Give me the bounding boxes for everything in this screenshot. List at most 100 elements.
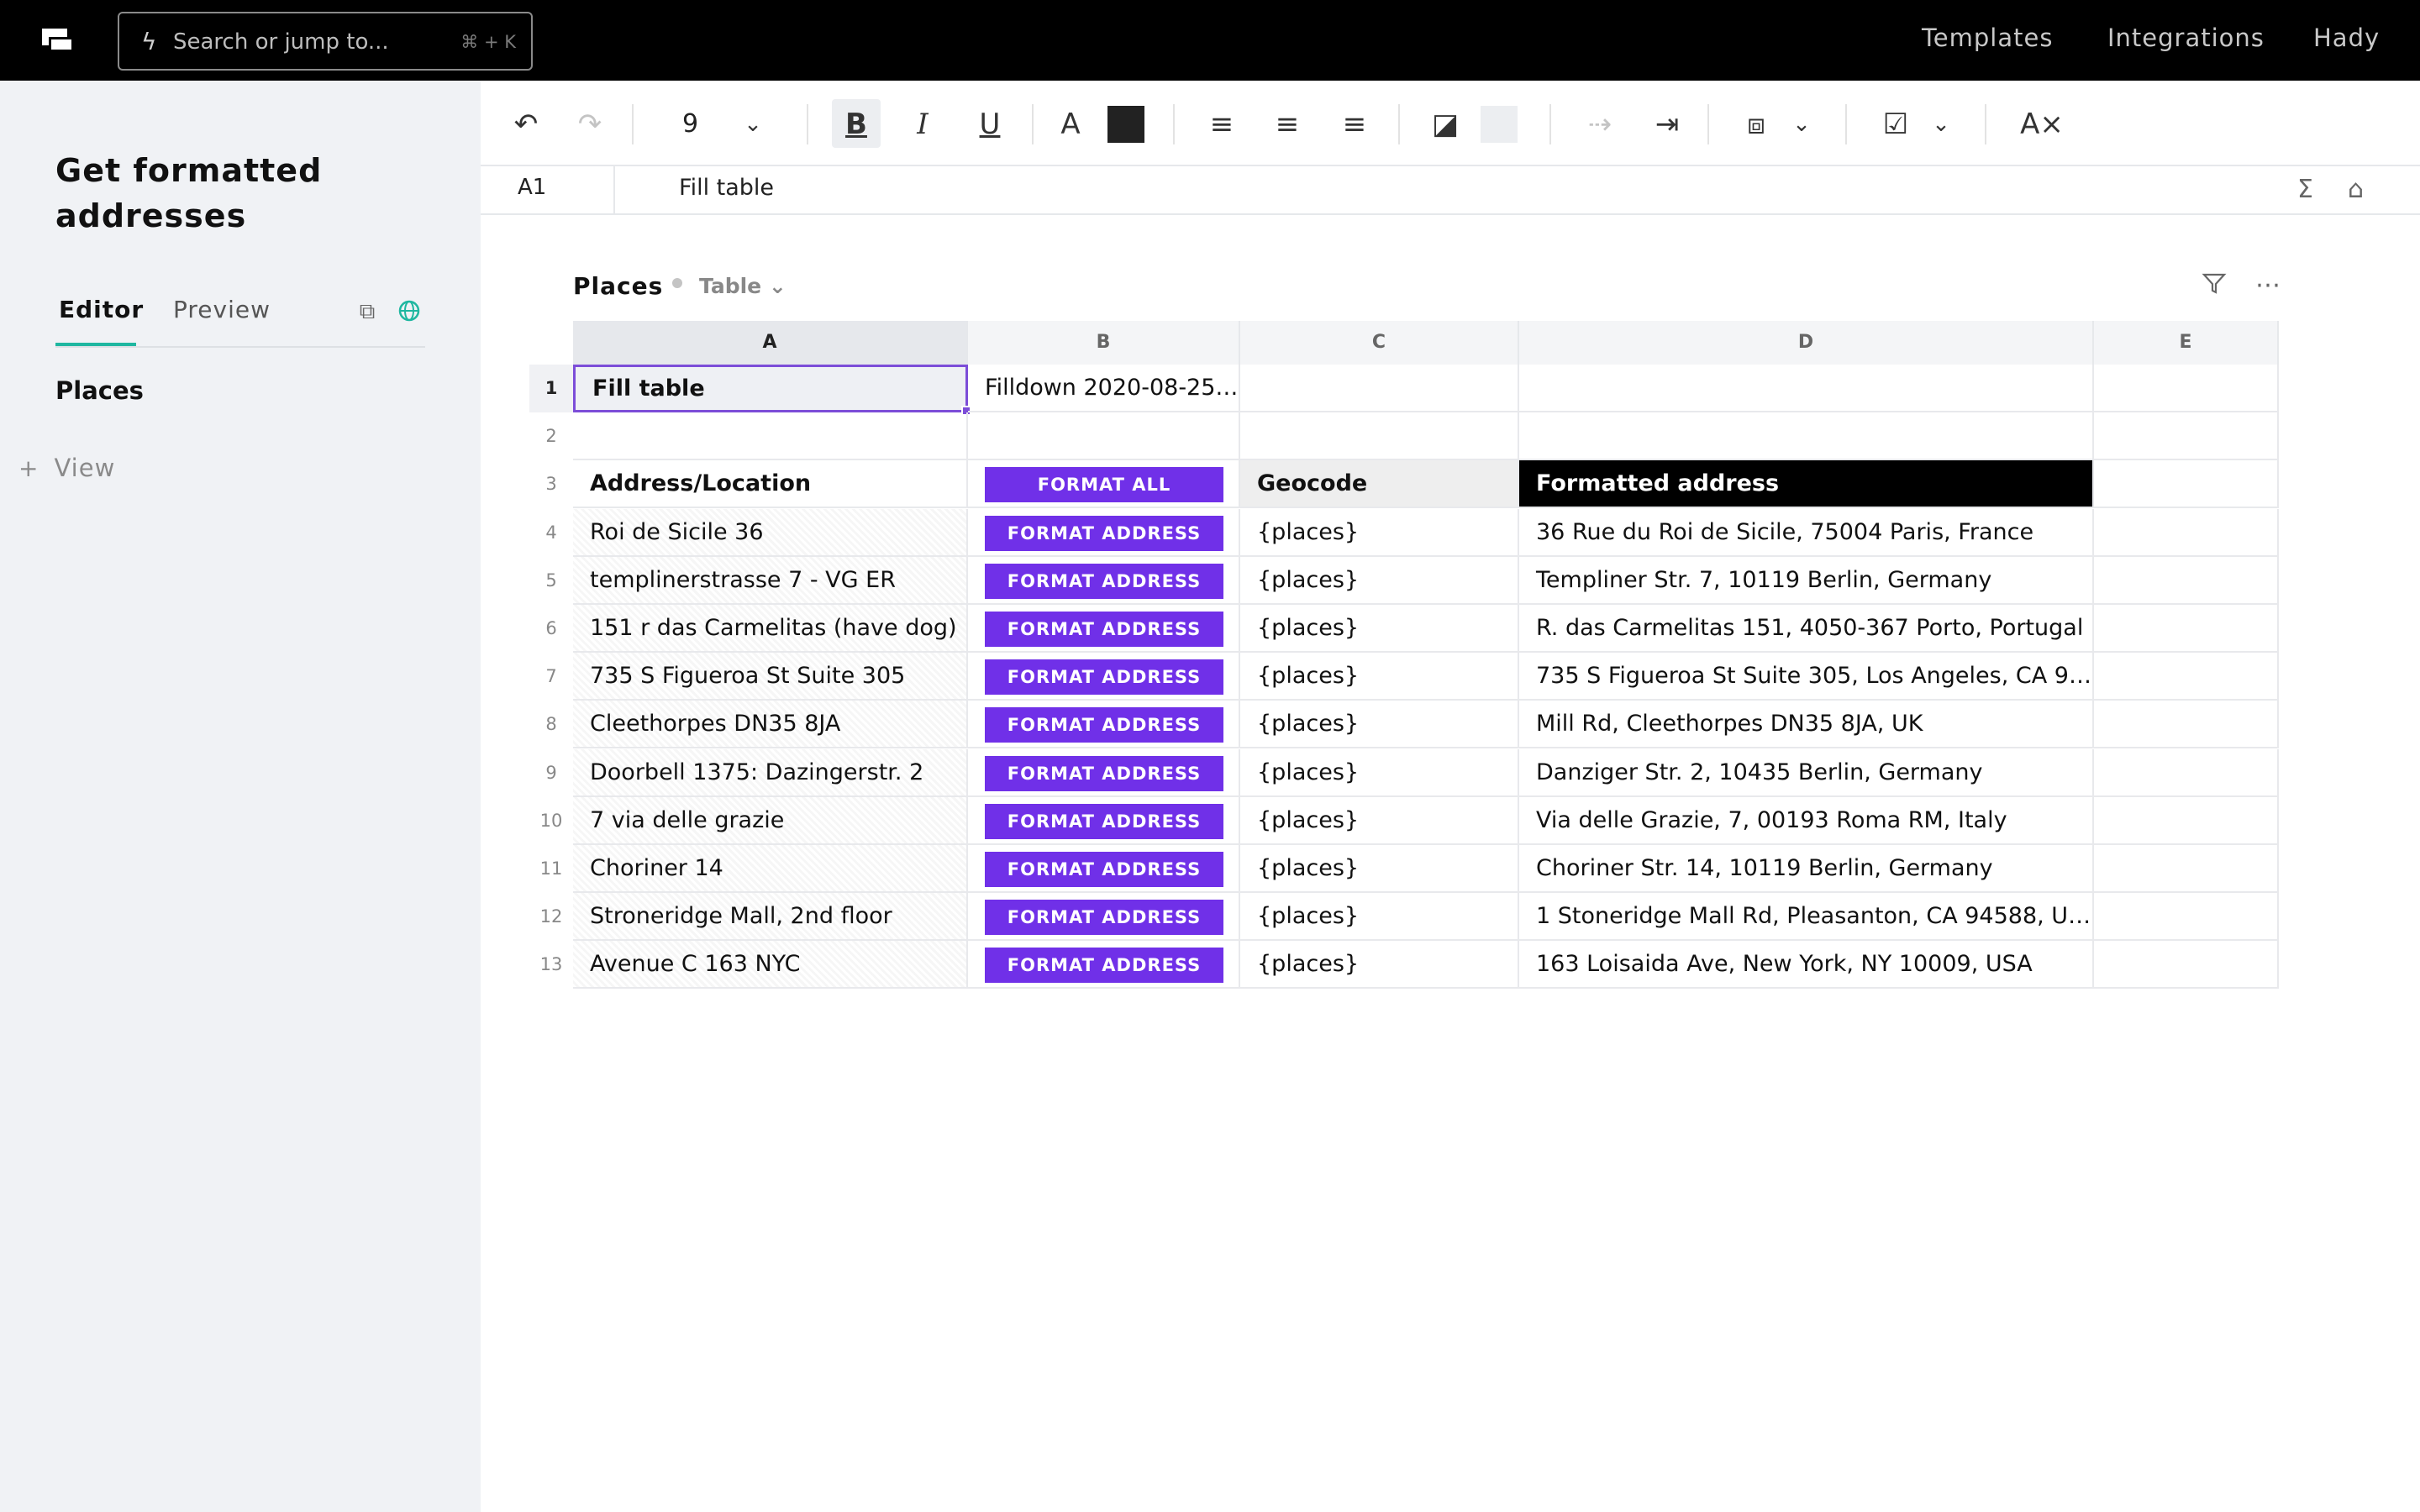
table-type-select[interactable]: Table ⌄ (699, 274, 786, 298)
column-header-e[interactable]: E (2094, 321, 2279, 365)
align-center-icon[interactable]: ≡ (1267, 104, 1307, 144)
row-number[interactable]: 8 (529, 701, 573, 748)
bold-icon[interactable]: B (836, 104, 876, 144)
format-address-button[interactable]: FORMAT ADDRESS (985, 564, 1223, 599)
format-address-button[interactable]: FORMAT ADDRESS (985, 659, 1223, 695)
copy-icon[interactable]: ⧉ (355, 299, 380, 324)
sum-icon[interactable]: Σ (2297, 175, 2313, 204)
cell-d1[interactable] (1519, 365, 2094, 412)
column-header-c[interactable]: C (1240, 321, 1519, 365)
format-address-button[interactable]: FORMAT ADDRESS (985, 612, 1223, 647)
row-number[interactable]: 5 (529, 557, 573, 605)
geocode-cell[interactable]: {places} (1240, 797, 1519, 845)
row-number[interactable]: 3 (529, 460, 573, 508)
address-cell[interactable]: Avenue C 163 NYC (573, 941, 968, 989)
text-color-swatch[interactable] (1107, 106, 1144, 143)
formatted-address-cell[interactable]: Templiner Str. 7, 10119 Berlin, Germany (1519, 557, 2094, 605)
formatted-address-cell[interactable]: Via delle Grazie, 7, 00193 Roma RM, Ital… (1519, 797, 2094, 845)
chevron-down-icon[interactable]: ⌄ (1921, 104, 1961, 144)
wrap-icon[interactable]: ⇥ (1647, 104, 1687, 144)
cell-e[interactable] (2094, 893, 2279, 941)
cell-e[interactable] (2094, 941, 2279, 989)
formula-input[interactable]: Fill table (679, 175, 774, 201)
address-cell[interactable]: Cleethorpes DN35 8JA (573, 701, 968, 748)
tab-preview[interactable]: Preview (173, 296, 271, 323)
cell-e[interactable] (2094, 653, 2279, 701)
text-color-icon[interactable]: A (1050, 104, 1091, 144)
cell-e[interactable] (2094, 605, 2279, 653)
address-cell[interactable]: 151 r das Carmelitas (have dog) (573, 605, 968, 653)
row-number[interactable]: 1 (529, 365, 573, 412)
formatted-address-cell[interactable]: 163 Loisaida Ave, New York, NY 10009, US… (1519, 941, 2094, 989)
geocode-cell[interactable]: {places} (1240, 605, 1519, 653)
column-header-a[interactable]: A (573, 321, 968, 365)
more-options-icon[interactable]: ⋯ (2255, 270, 2281, 300)
geocode-cell[interactable]: {places} (1240, 509, 1519, 557)
row-number[interactable]: 9 (529, 749, 573, 797)
sidebar-item-places[interactable]: Places (55, 376, 144, 405)
align-left-icon[interactable]: ≡ (1202, 104, 1242, 144)
format-address-button[interactable]: FORMAT ADDRESS (985, 756, 1223, 791)
underline-icon[interactable]: U (970, 104, 1010, 144)
nav-user[interactable]: Hady (2313, 24, 2380, 52)
geocode-cell[interactable]: {places} (1240, 893, 1519, 941)
row-number[interactable]: 13 (529, 941, 573, 989)
cell-e[interactable] (2094, 701, 2279, 748)
cell-e[interactable] (2094, 749, 2279, 797)
formatted-address-cell[interactable]: 1 Stoneridge Mall Rd, Pleasanton, CA 945… (1519, 893, 2094, 941)
row-number[interactable]: 2 (529, 412, 573, 460)
geocode-cell[interactable]: {places} (1240, 653, 1519, 701)
cell-e[interactable] (2094, 797, 2279, 845)
merge-cells-icon[interactable]: ⇢ (1580, 104, 1620, 144)
cell-d2[interactable] (1519, 412, 2094, 460)
address-cell[interactable]: Doorbell 1375: Dazingerstr. 2 (573, 749, 968, 797)
search-input[interactable] (173, 24, 442, 60)
format-address-button[interactable]: FORMAT ADDRESS (985, 948, 1223, 983)
header-geocode[interactable]: Geocode (1240, 460, 1519, 508)
geocode-cell[interactable]: {places} (1240, 749, 1519, 797)
format-icon[interactable]: ⧈ (1736, 104, 1776, 144)
geocode-cell[interactable]: {places} (1240, 701, 1519, 748)
doc-title[interactable]: Get formatted addresses (55, 148, 408, 239)
row-number[interactable]: 4 (529, 509, 573, 557)
column-header-b[interactable]: B (968, 321, 1240, 365)
geocode-cell[interactable]: {places} (1240, 845, 1519, 893)
address-cell[interactable]: Choriner 14 (573, 845, 968, 893)
format-address-button[interactable]: FORMAT ADDRESS (985, 900, 1223, 935)
geocode-cell[interactable]: {places} (1240, 557, 1519, 605)
header-formatted-address[interactable]: Formatted address (1519, 460, 2094, 508)
cell-e1[interactable] (2094, 365, 2279, 412)
row-number[interactable]: 11 (529, 845, 573, 893)
format-all-button[interactable]: FORMAT ALL (985, 467, 1223, 502)
formatted-address-cell[interactable]: R. das Carmelitas 151, 4050-367 Porto, P… (1519, 605, 2094, 653)
clear-format-icon[interactable]: A× (2015, 104, 2069, 144)
extension-icon[interactable]: ⌂ (2348, 175, 2364, 204)
tab-editor[interactable]: Editor (59, 296, 144, 323)
cell-e2[interactable] (2094, 412, 2279, 460)
row-number[interactable]: 6 (529, 605, 573, 653)
address-cell[interactable]: 7 via delle grazie (573, 797, 968, 845)
filter-icon[interactable] (2202, 270, 2227, 302)
address-cell[interactable]: Stroneridge Mall, 2nd floor (573, 893, 968, 941)
nav-integrations[interactable]: Integrations (2107, 24, 2265, 52)
undo-icon[interactable]: ↶ (506, 104, 546, 144)
fill-color-swatch[interactable] (1481, 106, 1518, 143)
table-name[interactable]: Places (573, 272, 663, 300)
format-address-button[interactable]: FORMAT ADDRESS (985, 707, 1223, 743)
add-view-button[interactable]: + View (18, 454, 115, 482)
chevron-down-icon[interactable]: ⌄ (733, 104, 773, 144)
italic-icon[interactable]: I (902, 104, 943, 144)
cell-a2[interactable] (573, 412, 968, 460)
font-size-select[interactable]: 9 (682, 104, 698, 144)
formatted-address-cell[interactable]: Mill Rd, Cleethorpes DN35 8JA, UK (1519, 701, 2094, 748)
align-right-icon[interactable]: ≡ (1334, 104, 1375, 144)
cell-a1[interactable]: Fill table (573, 365, 968, 412)
formatted-address-cell[interactable]: Choriner Str. 14, 10119 Berlin, Germany (1519, 845, 2094, 893)
cell-c2[interactable] (1240, 412, 1519, 460)
cell-reference[interactable]: A1 (518, 175, 546, 200)
checkbox-icon[interactable]: ☑ (1876, 104, 1916, 144)
geocode-cell[interactable]: {places} (1240, 941, 1519, 989)
format-address-button[interactable]: FORMAT ADDRESS (985, 852, 1223, 887)
formatted-address-cell[interactable]: Danziger Str. 2, 10435 Berlin, Germany (1519, 749, 2094, 797)
formatted-address-cell[interactable]: 735 S Figueroa St Suite 305, Los Angeles… (1519, 653, 2094, 701)
